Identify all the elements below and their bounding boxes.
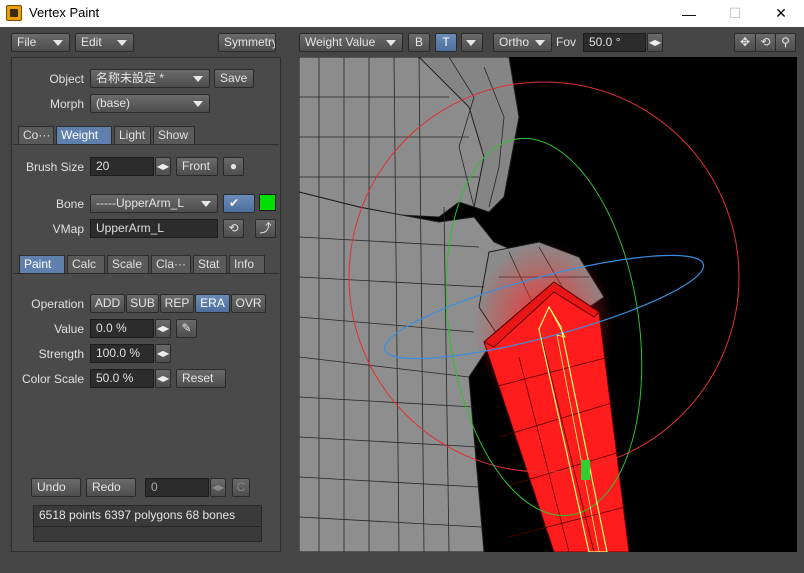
history-counter[interactable]: 0 bbox=[145, 478, 209, 497]
save-button[interactable]: Save bbox=[214, 69, 254, 88]
value-label: Value bbox=[54, 322, 84, 336]
tab-divider bbox=[13, 144, 279, 145]
fov-spinner[interactable]: ◀▶ bbox=[647, 33, 663, 52]
subtab-divider bbox=[13, 273, 279, 274]
morph-dropdown[interactable]: (base) bbox=[90, 94, 210, 113]
strength-label: Strength bbox=[38, 347, 84, 361]
eyedropper-icon[interactable]: ✎ bbox=[176, 319, 197, 338]
minimize-button[interactable]: — bbox=[666, 0, 712, 27]
operation-label: Operation bbox=[31, 297, 84, 311]
bone-handle bbox=[581, 460, 590, 480]
brush-size-spinner[interactable]: ◀▶ bbox=[155, 157, 171, 176]
front-button[interactable]: Front bbox=[176, 157, 218, 176]
op-add-button[interactable]: ADD bbox=[90, 294, 125, 313]
close-button[interactable]: ✕ bbox=[758, 0, 804, 27]
rotate-view-icon[interactable]: ⟲ bbox=[755, 33, 776, 52]
maximize-button[interactable]: ☐ bbox=[712, 0, 758, 27]
op-ovr-button[interactable]: OVR bbox=[231, 294, 266, 313]
status-divider bbox=[34, 526, 261, 527]
vmap-label: VMap bbox=[52, 222, 84, 236]
morph-label: Morph bbox=[49, 97, 84, 111]
object-label: Object bbox=[49, 72, 84, 86]
strength-spinner[interactable]: ◀▶ bbox=[155, 344, 171, 363]
subtab-paint[interactable]: Paint bbox=[19, 255, 65, 273]
subtab-stat[interactable]: Stat bbox=[193, 255, 227, 273]
bone-dropdown[interactable]: -----UpperArm_L bbox=[90, 194, 218, 213]
fov-input[interactable]: 50.0 ° bbox=[583, 33, 646, 52]
op-sub-button[interactable]: SUB bbox=[126, 294, 159, 313]
status-text: 6518 points 6397 polygons 68 bones bbox=[39, 508, 236, 522]
move-view-icon[interactable]: ✥ bbox=[734, 33, 756, 52]
subtab-cla[interactable]: Cla··· bbox=[151, 255, 191, 273]
redo-button[interactable]: Redo bbox=[86, 478, 136, 497]
tab-co[interactable]: Co··· bbox=[18, 126, 54, 144]
bone-checkbox[interactable]: ✔ bbox=[223, 194, 255, 213]
weight-mode-dropdown[interactable]: Weight Value bbox=[299, 33, 403, 52]
brush-preview-icon[interactable]: ● bbox=[223, 157, 244, 176]
status-panel: 6518 points 6397 polygons 68 bones bbox=[33, 505, 262, 542]
value-input[interactable]: 0.0 % bbox=[90, 319, 154, 338]
title-bar: Vertex Paint — ☐ ✕ bbox=[0, 0, 804, 27]
value-spinner[interactable]: ◀▶ bbox=[155, 319, 171, 338]
tab-show[interactable]: Show bbox=[153, 126, 195, 144]
strength-input[interactable]: 100.0 % bbox=[90, 344, 154, 363]
undo-button[interactable]: Undo bbox=[31, 478, 81, 497]
op-era-button[interactable]: ERA bbox=[195, 294, 230, 313]
subtab-info[interactable]: Info bbox=[229, 255, 265, 273]
zoom-view-icon[interactable]: ⚲ bbox=[775, 33, 796, 52]
tab-weight[interactable]: Weight bbox=[56, 126, 112, 144]
projection-dropdown[interactable]: Ortho bbox=[493, 33, 552, 52]
object-dropdown[interactable]: 名称未設定 * bbox=[90, 69, 210, 88]
t-toggle-button[interactable]: T bbox=[435, 33, 457, 52]
color-scale-input[interactable]: 50.0 % bbox=[90, 369, 154, 388]
vmap-pick-icon[interactable]: ⤴ bbox=[255, 219, 276, 238]
color-scale-spinner[interactable]: ◀▶ bbox=[155, 369, 171, 388]
bone-label: Bone bbox=[55, 197, 84, 211]
reset-button[interactable]: Reset bbox=[176, 369, 226, 388]
t-options-dropdown[interactable] bbox=[461, 33, 483, 52]
brush-size-label: Brush Size bbox=[25, 160, 84, 174]
fov-label: Fov bbox=[556, 35, 577, 49]
symmetry-button[interactable]: Symmetry bbox=[218, 33, 276, 52]
app-icon bbox=[6, 5, 22, 21]
color-scale-label: Color Scale bbox=[21, 372, 84, 386]
edit-menu[interactable]: Edit bbox=[75, 33, 134, 52]
vmap-refresh-icon[interactable]: ⟲ bbox=[223, 219, 244, 238]
brush-size-input[interactable]: 20 bbox=[90, 157, 154, 176]
b-toggle-button[interactable]: B bbox=[408, 33, 430, 52]
file-menu[interactable]: File bbox=[11, 33, 70, 52]
viewport-scene bbox=[299, 57, 740, 552]
bone-color-swatch[interactable] bbox=[259, 194, 276, 211]
window-title: Vertex Paint bbox=[29, 5, 100, 20]
history-spinner[interactable]: ◀▶ bbox=[210, 478, 226, 497]
subtab-calc[interactable]: Calc bbox=[67, 255, 105, 273]
clear-history-button[interactable]: C bbox=[232, 478, 250, 497]
subtab-scale[interactable]: Scale bbox=[107, 255, 149, 273]
3d-viewport[interactable] bbox=[299, 57, 797, 552]
tab-light[interactable]: Light bbox=[114, 126, 151, 144]
vmap-input[interactable]: UpperArm_L bbox=[90, 219, 218, 238]
op-rep-button[interactable]: REP bbox=[160, 294, 194, 313]
